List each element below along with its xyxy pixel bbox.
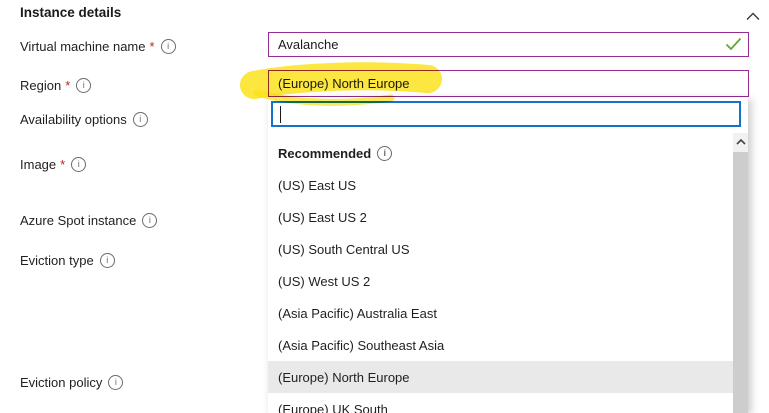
required-asterisk: * (60, 157, 65, 172)
field-label-virtual-machine-name: Virtual machine name * (20, 38, 176, 54)
region-option-east-us-2[interactable]: (US) East US 2 (268, 201, 733, 233)
group-header-text: Recommended (278, 146, 371, 161)
region-search-input[interactable] (271, 101, 741, 127)
scroll-up-arrow-icon[interactable] (733, 133, 748, 150)
region-option-south-central-us[interactable]: (US) South Central US (268, 233, 733, 265)
field-label-region: Region * (20, 77, 91, 93)
region-option-southeast-asia[interactable]: (Asia Pacific) Southeast Asia (268, 329, 733, 361)
text-caret (280, 106, 281, 123)
info-icon[interactable] (142, 213, 157, 228)
region-option-west-us-2[interactable]: (US) West US 2 (268, 265, 733, 297)
virtual-machine-name-input[interactable] (268, 32, 749, 57)
info-icon[interactable] (76, 78, 91, 93)
field-label-text: Region (20, 78, 61, 93)
dropdown-scrollbar[interactable] (733, 133, 748, 413)
region-selected-value: (Europe) North Europe (278, 76, 410, 91)
info-icon[interactable] (161, 39, 176, 54)
field-label-text: Virtual machine name (20, 39, 146, 54)
field-label-text: Availability options (20, 112, 127, 127)
region-dropdown-panel: Recommended (US) East US (US) East US 2 … (268, 97, 748, 413)
info-icon[interactable] (377, 146, 392, 161)
section-title: Instance details (20, 5, 121, 20)
field-label-eviction-type: Eviction type (20, 252, 115, 268)
region-option-list: Recommended (US) East US (US) East US 2 … (268, 137, 733, 413)
field-label-text: Eviction policy (20, 375, 102, 390)
field-label-eviction-policy: Eviction policy (20, 374, 123, 390)
info-icon[interactable] (108, 375, 123, 390)
region-option-north-europe[interactable]: (Europe) North Europe (268, 361, 733, 393)
field-label-azure-spot-instance: Azure Spot instance (20, 212, 157, 228)
region-option-uk-south[interactable]: (Europe) UK South (268, 393, 733, 413)
info-icon[interactable] (133, 112, 148, 127)
field-label-text: Eviction type (20, 253, 94, 268)
region-option-east-us[interactable]: (US) East US (268, 169, 733, 201)
check-icon (725, 37, 742, 52)
scrollbar-thumb[interactable] (733, 152, 748, 413)
dropdown-group-header: Recommended (268, 137, 733, 169)
instance-details-form: Instance details Virtual machine name * … (0, 0, 769, 413)
required-asterisk: * (150, 39, 155, 54)
field-label-text: Azure Spot instance (20, 213, 136, 228)
field-label-image: Image * (20, 156, 86, 172)
region-combobox[interactable]: (Europe) North Europe (268, 70, 749, 97)
region-option-australia-east[interactable]: (Asia Pacific) Australia East (268, 297, 733, 329)
field-label-text: Image (20, 157, 56, 172)
field-label-availability-options: Availability options (20, 111, 148, 127)
required-asterisk: * (65, 78, 70, 93)
chevron-up-icon[interactable] (746, 9, 760, 18)
info-icon[interactable] (100, 253, 115, 268)
info-icon[interactable] (71, 157, 86, 172)
